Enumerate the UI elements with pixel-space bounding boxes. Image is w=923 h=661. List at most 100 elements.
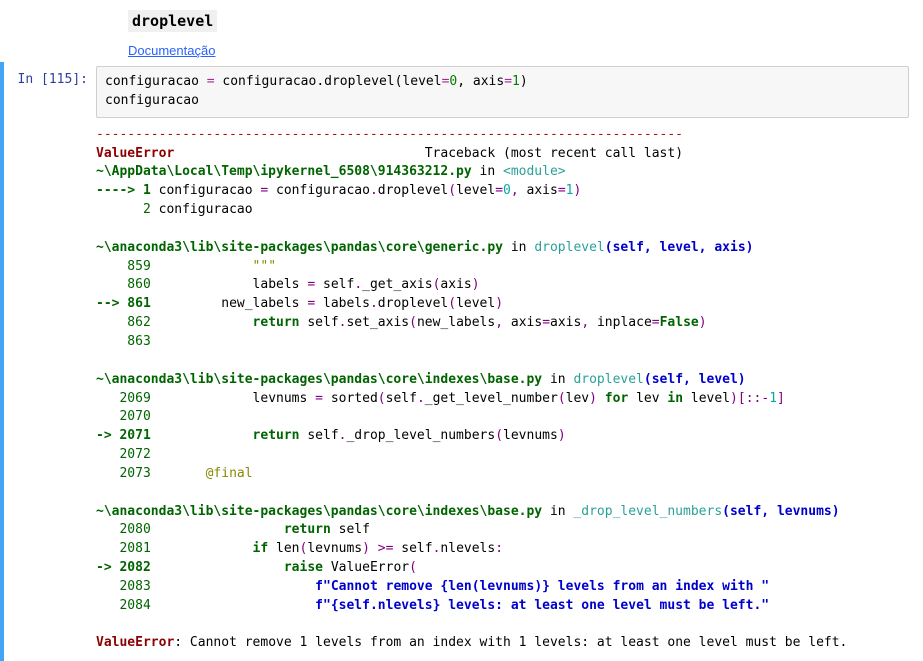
tb-lineno: 2070 <box>96 409 151 424</box>
tb-lineno: 2073 <box>96 466 151 481</box>
tb-paren: ] <box>777 391 785 406</box>
tb-paren: ) <box>589 391 597 406</box>
tb-colon: : <box>495 541 503 556</box>
tb-op: = <box>307 277 315 292</box>
tb-num: 0 <box>503 183 511 198</box>
tb-txt: level <box>456 183 495 198</box>
tb-txt: axis <box>550 315 581 330</box>
documentation-link[interactable]: Documentação <box>128 43 215 58</box>
traceback-output: ----------------------------------------… <box>96 118 909 658</box>
final-error-msg: : Cannot remove 1 levels from an index w… <box>174 635 847 650</box>
tb-lineno: 2069 <box>96 391 151 406</box>
md-body: droplevel Documentação <box>96 4 923 58</box>
tb-lineno: 860 <box>96 277 151 292</box>
tb-txt: self <box>315 277 354 292</box>
tb-lineno: 2 <box>96 202 151 217</box>
tb-arrow: ----> 1 <box>96 183 151 198</box>
tb-kw: raise <box>284 560 323 575</box>
tb-op: > <box>378 541 386 556</box>
tb-kw: for <box>605 391 628 406</box>
tb-paren: ( <box>378 391 386 406</box>
tb-txt: _drop_level_numbers <box>346 428 495 443</box>
md-prompt-spacer <box>4 4 96 58</box>
tb-txt: _get_axis <box>362 277 432 292</box>
tb-txt: new_labels <box>151 296 308 311</box>
tb-kw: if <box>253 541 269 556</box>
tb-op: = <box>558 183 566 198</box>
tb-txt <box>151 541 253 556</box>
tb-paren: ( <box>409 315 417 330</box>
tb-num: 1 <box>769 391 777 406</box>
tb-op: = <box>307 296 315 311</box>
tb-paren: ( <box>558 391 566 406</box>
tb-kw: False <box>660 315 699 330</box>
tb-op: = <box>542 315 550 330</box>
code-text: configuracao.droplevel(level <box>215 74 442 89</box>
tb-txt <box>151 315 253 330</box>
tb-txt: levnums <box>307 541 362 556</box>
code-text: , axis <box>457 74 504 89</box>
tb-txt: set_axis <box>346 315 409 330</box>
tb-kw: return <box>253 315 300 330</box>
tb-txt <box>151 579 315 594</box>
tb-dashes: ----------------------------------------… <box>96 127 683 142</box>
final-error-name: ValueError <box>96 635 174 650</box>
tb-txt: sorted <box>323 391 378 406</box>
tb-lineno: 2084 <box>96 598 151 613</box>
tb-arrow: --> 861 <box>96 296 151 311</box>
tb-sig: (self, level) <box>644 372 746 387</box>
tb-path: ~\anaconda3\lib\site-packages\pandas\cor… <box>96 372 542 387</box>
tb-func: droplevel <box>573 372 643 387</box>
tb-txt: level <box>456 296 495 311</box>
tb-txt <box>151 560 284 575</box>
tb-arrow: -> 2071 <box>96 428 151 443</box>
tb-comma: , <box>511 183 519 198</box>
tb-in: in <box>542 372 573 387</box>
tb-dot: . <box>354 277 362 292</box>
tb-comma: , <box>581 315 589 330</box>
tb-txt: nlevels <box>440 541 495 556</box>
tb-txt: configuracao <box>151 202 253 217</box>
cell-body: configuracao = configuracao.droplevel(le… <box>96 66 923 657</box>
tb-txt: droplevel <box>378 183 448 198</box>
tb-txt <box>151 466 206 481</box>
tb-error-name: ValueError <box>96 146 174 161</box>
tb-paren: ) <box>472 277 480 292</box>
tb-in: in <box>542 504 573 519</box>
tb-paren: ) <box>699 315 707 330</box>
tb-paren: ) <box>495 296 503 311</box>
tb-op: = <box>315 391 323 406</box>
tb-str: f"Cannot remove {len(levnums)} levels fr… <box>315 579 769 594</box>
tb-txt: self <box>300 428 339 443</box>
code-input[interactable]: configuracao = configuracao.droplevel(le… <box>96 66 909 118</box>
tb-lineno: 2072 <box>96 447 151 462</box>
tb-path: ~\AppData\Local\Temp\ipykernel_6508\9143… <box>96 164 472 179</box>
tb-paren: )[:: <box>730 391 761 406</box>
tb-txt: self <box>331 522 370 537</box>
tb-dot: . <box>370 183 378 198</box>
tb-txt <box>597 391 605 406</box>
tb-txt: configuracao <box>151 183 261 198</box>
tb-sig: (self, level, axis) <box>605 240 754 255</box>
tb-kw: in <box>667 391 683 406</box>
tb-txt: ValueError <box>323 560 409 575</box>
tb-lineno: 2080 <box>96 522 151 537</box>
tb-func: _drop_level_numbers <box>573 504 722 519</box>
tb-in: in <box>503 240 534 255</box>
tb-txt: labels <box>151 277 308 292</box>
tb-txt: labels <box>315 296 370 311</box>
input-prompt: In [115]: <box>4 66 96 657</box>
markdown-cell: droplevel Documentação <box>0 0 923 62</box>
tb-lineno: 863 <box>96 334 151 349</box>
tb-txt: inplace <box>589 315 652 330</box>
tb-txt: _get_level_number <box>425 391 558 406</box>
tb-str: f"{self.nlevels} levels: at least one le… <box>315 598 769 613</box>
tb-sig: (self, levnums) <box>722 504 839 519</box>
tb-module: <module> <box>503 164 566 179</box>
tb-txt: axis <box>503 315 542 330</box>
tb-paren: ) <box>573 183 581 198</box>
tb-dot: . <box>417 391 425 406</box>
tb-txt: level <box>683 391 730 406</box>
tb-kw: return <box>284 522 331 537</box>
tb-func: droplevel <box>534 240 604 255</box>
